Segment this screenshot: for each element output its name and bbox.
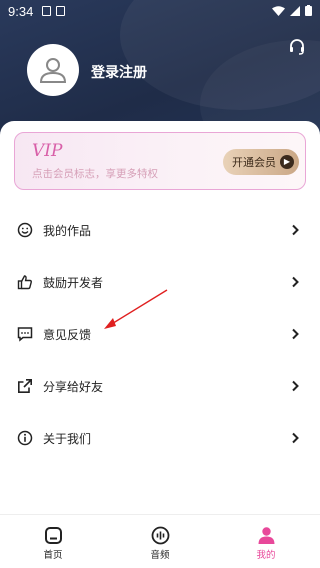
status-right [272, 5, 312, 16]
menu-item-encourage-developer[interactable]: 鼓励开发者 [0, 256, 320, 308]
notification-icons [42, 6, 65, 16]
open-membership-label: 开通会员 [232, 157, 276, 169]
chevron-right-icon [292, 328, 299, 340]
sim-icon [56, 6, 65, 16]
menu-item-my-works[interactable]: 我的作品 [0, 204, 320, 256]
menu-label: 鼓励开发者 [43, 275, 104, 290]
menu-item-share[interactable]: 分享给好友 [0, 360, 320, 412]
user-icon [39, 58, 67, 83]
chevron-right-icon [292, 276, 299, 288]
vip-subtitle: 点击会员标志，享更多特权 [32, 168, 158, 180]
battery-icon [305, 5, 312, 16]
chevron-right-icon [292, 380, 299, 392]
menu-label: 分享给好友 [43, 379, 104, 394]
profile-icon [258, 527, 274, 544]
vip-banner[interactable]: VIP 点击会员标志，享更多特权 开通会员 ▶ [14, 132, 306, 190]
menu-item-about-us[interactable]: 关于我们 [0, 412, 320, 464]
chevron-right-icon [292, 224, 299, 236]
notification-icon [42, 6, 51, 16]
home-icon [44, 527, 62, 544]
info-icon [17, 430, 33, 446]
signal-icon [290, 5, 300, 16]
vip-title: VIP [32, 141, 63, 161]
wifi-icon [272, 5, 285, 16]
login-register-link[interactable]: 登录注册 [91, 62, 147, 82]
menu-label: 关于我们 [43, 431, 92, 446]
tab-label: 我的 [256, 550, 276, 561]
tab-profile[interactable]: 我的 [236, 515, 296, 568]
tab-label: 音频 [150, 550, 170, 561]
bottom-tab-bar: 首页 音频 我的 [0, 514, 320, 568]
status-bar: 9:34 [0, 0, 320, 24]
thumbs-up-icon [17, 275, 32, 290]
menu-label: 意见反馈 [43, 327, 92, 342]
tab-label: 首页 [43, 550, 63, 561]
open-membership-button[interactable]: 开通会员 ▶ [223, 149, 299, 175]
share-icon [18, 379, 32, 393]
tab-audio[interactable]: 音频 [130, 515, 190, 568]
menu-label: 我的作品 [43, 223, 92, 238]
chevron-right-icon [292, 432, 299, 444]
audio-icon [151, 526, 169, 545]
status-time: 9:34 [8, 4, 34, 19]
avatar[interactable] [27, 44, 79, 96]
feedback-icon [17, 327, 33, 342]
chevron-right-icon: ▶ [280, 155, 294, 169]
smiley-icon [17, 222, 33, 238]
tab-home[interactable]: 首页 [23, 515, 83, 568]
menu-item-feedback[interactable]: 意见反馈 [0, 308, 320, 360]
headset-icon[interactable] [288, 38, 306, 56]
